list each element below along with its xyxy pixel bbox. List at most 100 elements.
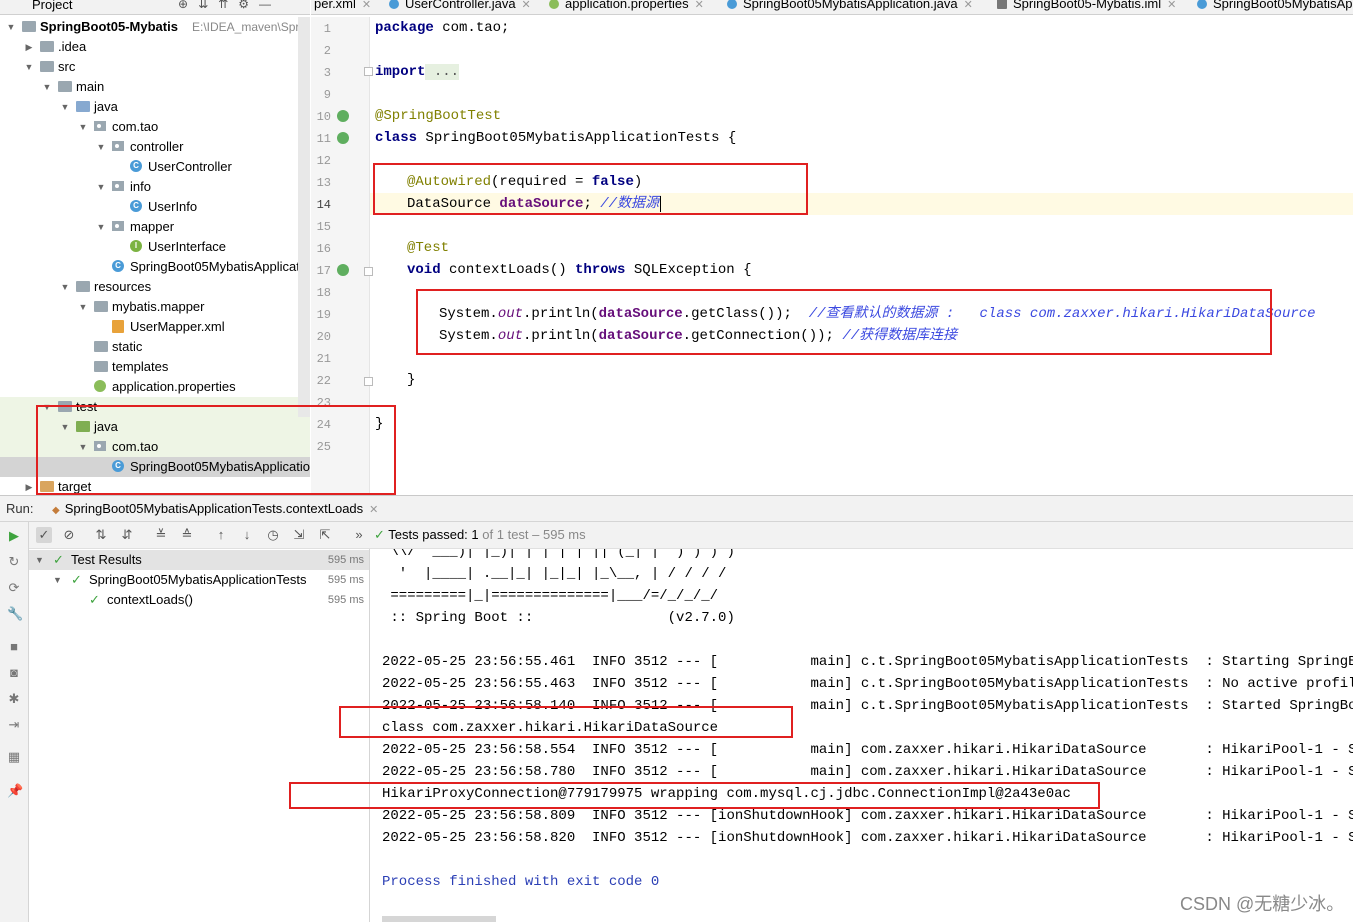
expand-all-icon[interactable]: ≚ (153, 527, 169, 543)
chevron-down-icon[interactable]: ▼ (53, 570, 62, 590)
tree-item[interactable]: ▼ SpringBoot05-Mybatis E:\IDEA_maven\Sprin… (0, 17, 310, 37)
editor-tab[interactable]: UserController.java ✕ (389, 0, 531, 14)
chevron-down-icon[interactable]: ▼ (24, 57, 34, 77)
tree-item[interactable]: UserMapper.xml (0, 317, 310, 337)
editor-tab[interactable]: SpringBoot05MybatisApplication.java ✕ (727, 0, 973, 14)
tree-item[interactable]: ▼ controller (0, 137, 310, 157)
tree-item[interactable]: ▼ src (0, 57, 310, 77)
console-line: ' |____| .__|_| |_|_| |_\__, | / / / / (382, 566, 727, 582)
close-icon[interactable]: ✕ (964, 0, 973, 11)
stop-icon[interactable]: ■ (7, 640, 21, 654)
package-icon (112, 141, 124, 151)
run-gutter-icon[interactable] (337, 132, 349, 144)
import-tests-icon[interactable]: ⇲ (291, 527, 307, 543)
show-ignored-icon[interactable]: ⊘ (61, 527, 77, 543)
camera-icon[interactable]: ◙ (7, 666, 21, 680)
history-icon[interactable]: ◷ (265, 527, 281, 543)
project-panel-title[interactable]: Project (32, 0, 72, 12)
tree-item[interactable]: ▼ mybatis.mapper (0, 297, 310, 317)
target-icon[interactable]: ⊕ (178, 0, 198, 11)
tree-item-label: com.tao (112, 119, 159, 134)
java-class-icon: C (130, 200, 142, 212)
chevron-down-icon[interactable]: ▼ (60, 97, 70, 117)
minimize-icon[interactable]: — (259, 0, 281, 11)
console-horizontal-scrollbar[interactable] (382, 916, 496, 922)
sort-duration-icon[interactable]: ⇵ (119, 527, 135, 543)
tree-item[interactable]: ▼ mapper (0, 217, 310, 237)
pin-icon[interactable]: 📌 (7, 784, 23, 798)
toggle-auto-test-icon[interactable]: ⟳ (7, 581, 21, 595)
highlight-box-println (416, 289, 1272, 355)
wrench-icon[interactable]: 🔧 (7, 607, 23, 621)
highlight-box-test-tree (36, 405, 396, 495)
chevron-right-icon[interactable]: ▶ (24, 477, 34, 495)
next-failed-icon[interactable]: ↓ (239, 527, 255, 543)
close-icon[interactable]: ✕ (695, 0, 704, 11)
chevron-down-icon[interactable]: ▼ (96, 177, 106, 197)
close-icon[interactable]: ✕ (369, 504, 378, 516)
chevron-down-icon[interactable]: ▼ (78, 117, 88, 137)
project-scrollbar[interactable] (298, 17, 310, 417)
tree-item-label: java (94, 99, 118, 114)
gear-icon[interactable]: ⚙ (238, 0, 259, 11)
close-icon[interactable]: ✕ (522, 0, 531, 11)
tree-item[interactable]: I UserInterface (0, 237, 310, 257)
debug-icon[interactable]: ✱ (7, 692, 21, 706)
more-icon[interactable]: » (351, 527, 367, 543)
tree-item[interactable]: ▼ main (0, 77, 310, 97)
line-number: 9 (323, 88, 331, 102)
close-icon[interactable]: ✕ (362, 0, 371, 11)
rerun-failed-icon[interactable]: ↻ (7, 555, 21, 569)
close-icon[interactable]: ✕ (1167, 0, 1176, 11)
tree-item[interactable]: static (0, 337, 310, 357)
chevron-down-icon[interactable]: ▼ (35, 550, 44, 570)
expand-icon[interactable]: ⇈ (218, 0, 238, 11)
previous-failed-icon[interactable]: ↑ (213, 527, 229, 543)
tree-item[interactable]: ▶ .idea (0, 37, 310, 57)
editor-tab[interactable]: SpringBoot05MybatisAp (1197, 0, 1352, 14)
tree-item[interactable]: ▼ resources (0, 277, 310, 297)
tree-item[interactable]: application.properties (0, 377, 310, 397)
chevron-down-icon[interactable]: ▼ (6, 17, 16, 37)
run-config-icon: ◆ (52, 505, 60, 516)
chevron-down-icon[interactable]: ▼ (60, 277, 70, 297)
chevron-right-icon[interactable]: ▶ (24, 37, 34, 57)
export-icon[interactable]: ⇥ (7, 718, 21, 732)
chevron-down-icon[interactable]: ▼ (42, 77, 52, 97)
test-class-row[interactable]: ▼ ✓ SpringBoot05MybatisApplicationTests … (29, 570, 369, 590)
tree-item[interactable]: C UserInfo (0, 197, 310, 217)
tree-item[interactable]: ▼ java (0, 97, 310, 117)
chevron-down-icon[interactable]: ▼ (78, 297, 88, 317)
chevron-down-icon[interactable]: ▼ (96, 137, 106, 157)
sort-alpha-icon[interactable]: ⇅ (93, 527, 109, 543)
export-tests-icon[interactable]: ⇱ (317, 527, 333, 543)
code-line-10: @SpringBootTest (375, 108, 502, 124)
show-passed-icon[interactable]: ✓ (36, 527, 52, 543)
collapse-icon[interactable]: ⇊ (198, 0, 218, 11)
run-gutter-icon[interactable] (337, 264, 349, 276)
code-editor[interactable]: package com.tao; import ... @SpringBootT… (370, 17, 1353, 493)
folded-imports[interactable]: ... (425, 64, 460, 80)
tree-item[interactable]: C UserController (0, 157, 310, 177)
test-results-root[interactable]: ▼ ✓ Test Results 595 ms (29, 550, 369, 570)
test-method-row[interactable]: ✓ contextLoads() 595 ms (29, 590, 369, 610)
tree-item[interactable]: ▼ info (0, 177, 310, 197)
spring-bean-icon[interactable] (337, 110, 349, 122)
code-text: SQLException { (625, 262, 752, 278)
tree-item-label: .idea (58, 39, 87, 54)
code-line-16: @Test (407, 240, 450, 256)
package-icon (112, 181, 124, 191)
editor-tab[interactable]: SpringBoot05-Mybatis.iml ✕ (997, 0, 1176, 14)
tree-item[interactable]: C SpringBoot05MybatisApplication (0, 257, 310, 277)
keyword: void (407, 262, 441, 278)
editor-tab[interactable]: per.xml ✕ (314, 0, 371, 14)
run-tab[interactable]: ◆ SpringBoot05MybatisApplicationTests.con… (52, 501, 378, 516)
tree-item[interactable]: ▼ com.tao (0, 117, 310, 137)
chevron-down-icon[interactable]: ▼ (96, 217, 106, 237)
collapse-all-icon[interactable]: ≙ (179, 527, 195, 543)
layout-icon[interactable]: ▦ (7, 750, 21, 764)
rerun-icon[interactable]: ▶ (7, 529, 21, 543)
folder-icon (58, 81, 72, 92)
editor-tab[interactable]: application.properties ✕ (549, 0, 704, 14)
tree-item[interactable]: templates (0, 357, 310, 377)
